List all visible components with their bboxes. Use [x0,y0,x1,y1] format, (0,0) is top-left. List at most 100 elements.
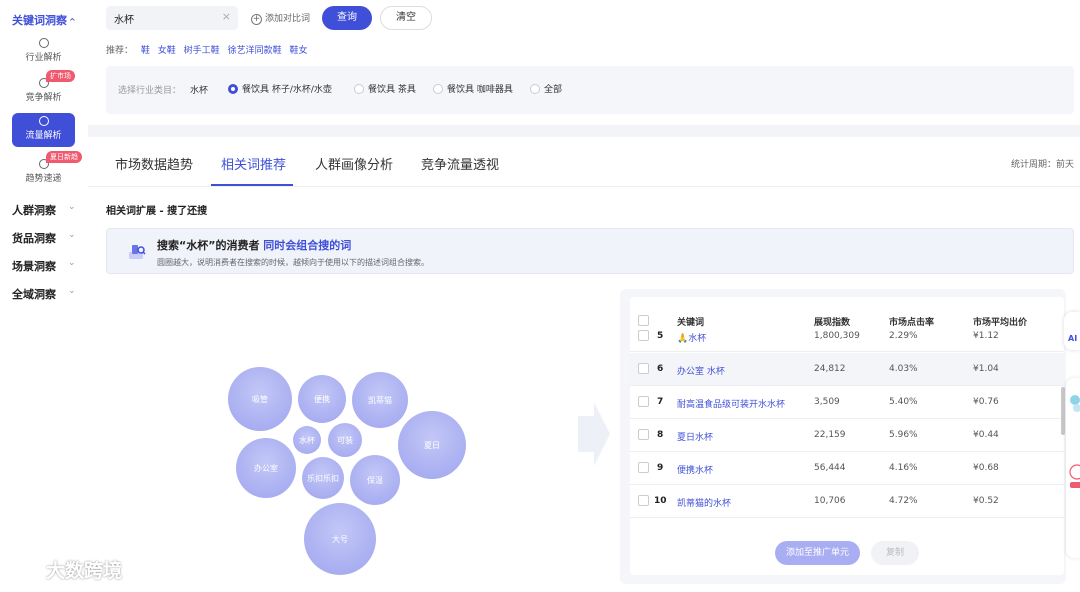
watermark-text: 大数跨境 [46,560,123,582]
info-title: 搜索“水杯”的消费者 同时会组合搜的词 [157,237,351,253]
table-row[interactable]: 7 耐高温食品级可装开水水杯 3,509 5.40% ¥0.76 [630,386,1064,419]
row-checkbox[interactable] [638,495,649,506]
sidebar-group-scene[interactable]: 场景洞察 ⌄ [12,258,76,274]
table-row[interactable]: 9 便携水杯 56,444 4.16% ¥0.68 [630,452,1064,485]
radio-unchecked-icon [354,84,364,94]
row-bid: ¥0.76 [973,397,999,407]
clear-button[interactable]: 清空 [380,6,432,30]
sidebar-item-traffic[interactable]: 流量解析 [12,113,75,147]
radio-all[interactable]: 全部 [530,82,562,95]
row-checkbox[interactable] [638,429,649,440]
tabs-divider [88,186,1080,187]
brand-logo-icon [9,561,40,578]
active-tab-indicator [211,184,293,186]
table-row[interactable]: 10 凯蒂猫的水杯 10,706 4.72% ¥0.52 [630,485,1064,518]
row-rank: 9 [657,463,664,473]
radio-label: 餐饮具 杯子/水杯/水壶 [242,85,332,95]
bubble-word[interactable]: 便携 [298,375,346,423]
sidebar-group-goods[interactable]: 货品洞察 ⌄ [12,230,76,246]
add-compare-button[interactable]: + 添加对比词 [251,11,310,25]
row-ctr: 4.16% [889,463,918,473]
app-root: 关键词洞察 ^ 行业解析 竞争解析 扩市场 流量解析 趋势速递 夏日新趋 人群洞察… [0,0,1080,592]
chat-bubble-icon [1070,395,1080,412]
search-input[interactable]: 水杯 × [106,6,238,30]
bubble-word[interactable]: 保温 [350,455,400,505]
radio-checked-icon [228,84,238,94]
row-index: 3,509 [814,397,840,407]
bubble-word[interactable]: 水杯 [293,426,321,454]
row-ctr: 2.29% [889,331,918,341]
radio-unchecked-icon [433,84,443,94]
bubble-word[interactable]: 办公室 [236,438,296,498]
recommend-word[interactable]: 女鞋 [158,46,176,56]
recommend-label: 推荐： [106,46,134,56]
bubble-chart: 吸管 便携 凯蒂猫 水杯 可装 夏日 办公室 乐扣乐扣 保温 大号 [88,287,608,592]
row-keyword[interactable]: 夏日水杯 [677,430,713,443]
recommend-word[interactable]: 树手工鞋 [184,46,220,56]
row-checkbox[interactable] [638,330,649,341]
row-keyword[interactable]: 🙏水杯 [677,331,706,344]
copy-button[interactable]: 复制 [871,541,919,565]
search-people-icon [129,245,146,259]
sidebar: 关键词洞察 ^ 行业解析 竞争解析 扩市场 流量解析 趋势速递 夏日新趋 人群洞察… [0,0,88,592]
tab-audience-profile[interactable]: 人群画像分析 [315,154,393,173]
sidebar-item-label: 流量解析 [25,131,62,141]
sidebar-item-label: 趋势速递 [25,174,62,184]
chevron-down-icon: ⌄ [68,202,76,212]
row-bid: ¥0.68 [973,463,999,473]
chevron-down-icon: ⌄ [68,258,76,268]
info-title-prefix: 搜索“水杯”的消费者 [157,239,264,252]
chevron-down-icon: ⌄ [68,286,76,296]
row-checkbox[interactable] [638,462,649,473]
bubble-word[interactable]: 大号 [304,503,376,575]
main-panel: 市场数据趋势 相关词推荐 人群画像分析 竞争流量透视 统计周期：前天 相关词扩展… [88,137,1080,592]
info-title-highlight: 同时会组合搜的词 [263,239,352,252]
sidebar-item-industry[interactable]: 行业解析 [12,35,75,69]
badge-expand-market: 扩市场 [46,70,75,82]
radio-tea[interactable]: 餐饮具 茶具 [354,82,416,95]
row-checkbox[interactable] [638,396,649,407]
ai-assistant-button[interactable]: AI [1064,312,1080,350]
table-row[interactable]: 8 夏日水杯 22,159 5.96% ¥0.44 [630,419,1064,452]
row-keyword[interactable]: 办公室 水杯 [677,364,725,377]
sidebar-item-label: 行业解析 [25,53,62,63]
row-checkbox[interactable] [638,363,649,374]
row-bid: ¥1.04 [973,364,999,374]
tab-competition-traffic[interactable]: 竞争流量透视 [421,154,499,173]
tab-market-trend[interactable]: 市场数据趋势 [115,154,193,173]
row-keyword[interactable]: 耐高温食品级可装开水水杯 [677,397,785,410]
row-bid: ¥1.12 [973,331,999,341]
clear-input-icon[interactable]: × [222,10,231,23]
sidebar-section-keyword-insight[interactable]: 关键词洞察 ^ [12,12,76,28]
sidebar-group-audience[interactable]: 人群洞察 ⌄ [12,202,76,218]
radar-icon [38,116,49,126]
table-row[interactable]: 6 办公室 水杯 24,812 4.03% ¥1.04 [630,353,1064,386]
bubble-word[interactable]: 乐扣乐扣 [302,457,344,499]
sidebar-group-omni[interactable]: 全域洞察 ⌄ [12,286,76,302]
watermark: 大数跨境 [8,556,122,583]
row-keyword[interactable]: 凯蒂猫的水杯 [677,496,731,509]
row-index: 22,159 [814,430,846,440]
tab-related-words[interactable]: 相关词推荐 [221,154,286,173]
industry-value: 水杯 [190,86,209,96]
query-button[interactable]: 查询 [322,6,372,30]
bubble-word[interactable]: 凯蒂猫 [352,372,408,428]
table-row[interactable]: 5 🙏水杯 1,800,309 2.29% ¥1.12 [630,322,1064,352]
scrollbar[interactable] [1061,387,1065,435]
radar-icon [38,38,49,48]
bubble-word[interactable]: 可装 [328,423,362,457]
add-to-unit-button[interactable]: 添加至推广单元 [775,541,860,565]
keyword-table-card: 关键词 展现指数 市场点击率 市场平均出价 5 🙏水杯 1,800,309 2.… [620,289,1066,584]
recommend-word[interactable]: 鞋女 [289,46,307,56]
recommend-word[interactable]: 徐艺洋同款鞋 [228,46,282,56]
radio-coffee[interactable]: 餐饮具 咖啡器具 [433,82,513,95]
row-keyword[interactable]: 便携水杯 [677,463,713,476]
radio-unchecked-icon [530,84,540,94]
recommend-word[interactable]: 鞋 [141,46,150,56]
bubble-word[interactable]: 吸管 [228,367,292,431]
row-ctr: 4.72% [889,496,918,506]
floating-side-panel[interactable] [1066,378,1080,558]
radio-cups[interactable]: 餐饮具 杯子/水杯/水壶 [228,82,332,95]
bubble-word[interactable]: 夏日 [398,411,466,479]
section-title: 相关词扩展 - 搜了还搜 [106,206,208,217]
